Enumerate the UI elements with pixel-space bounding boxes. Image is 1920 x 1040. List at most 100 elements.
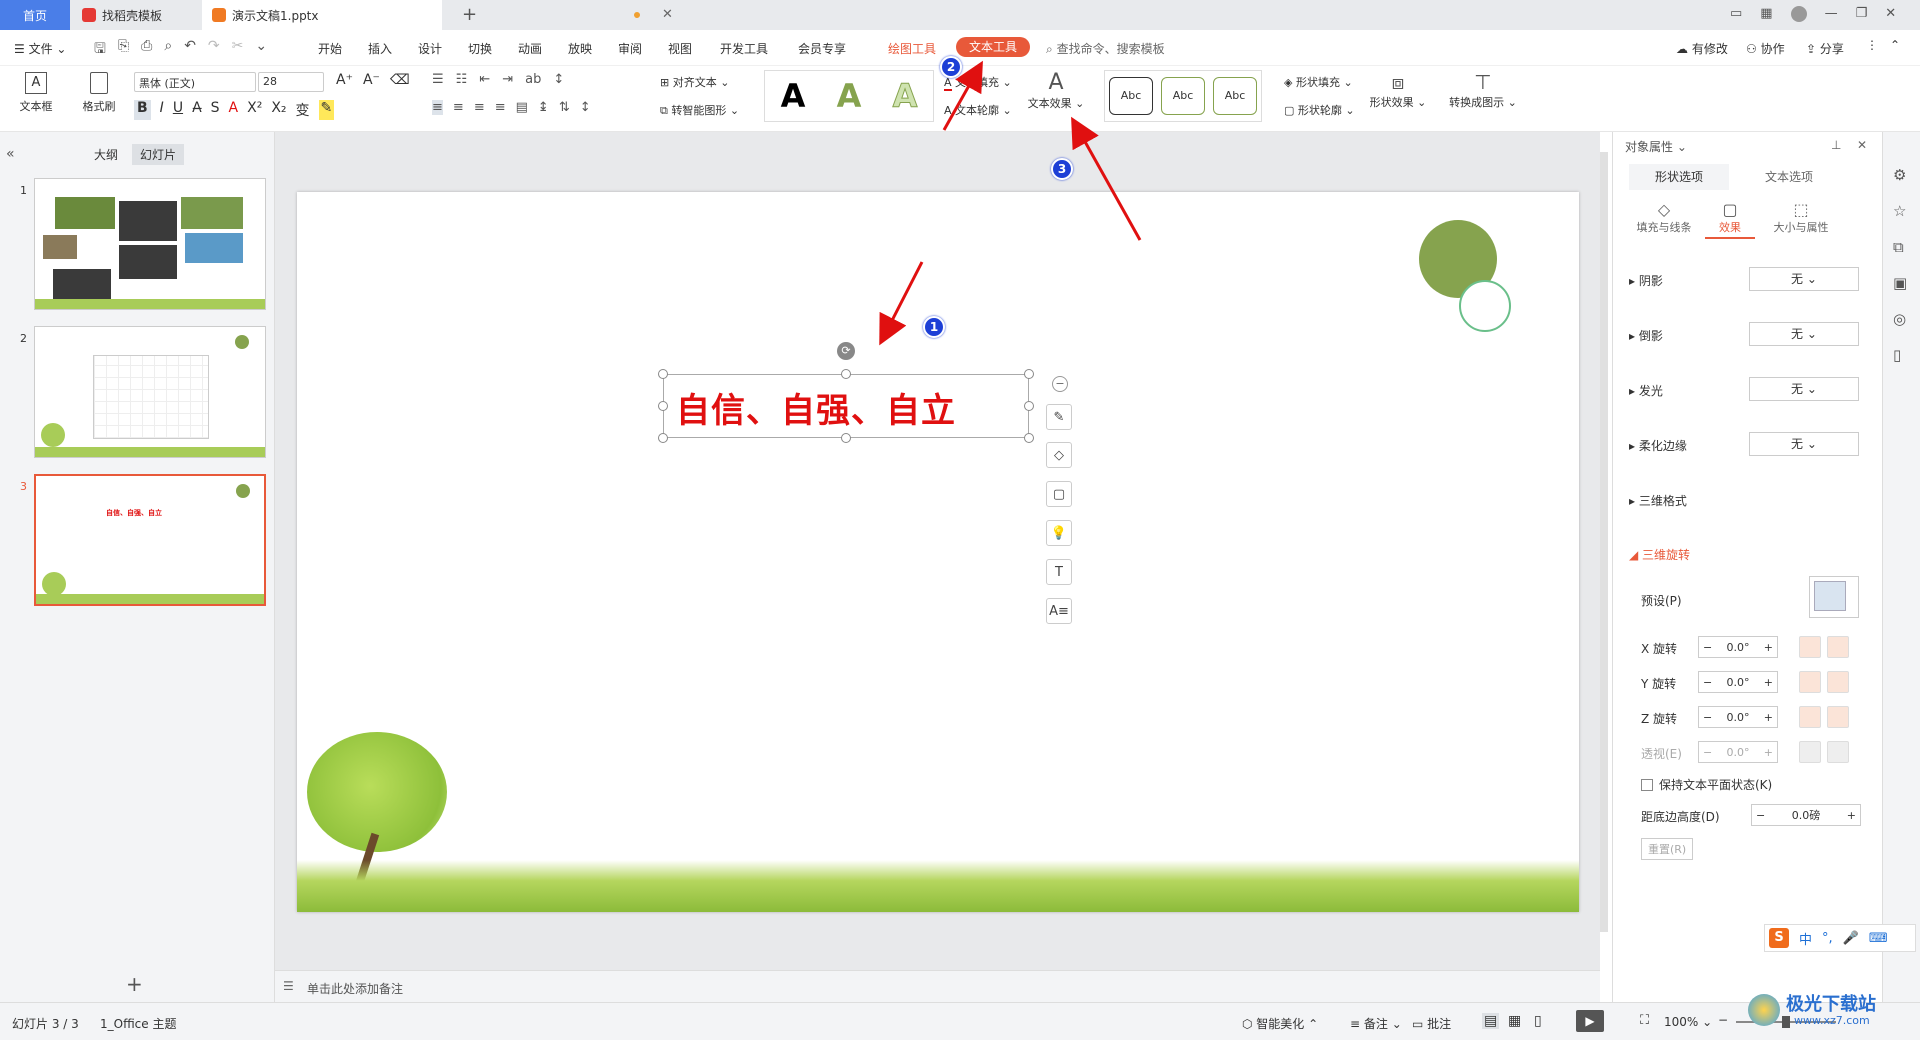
sorter-view-icon[interactable]: ▦: [1508, 1013, 1521, 1029]
reading-view-icon[interactable]: ▯: [1534, 1013, 1542, 1029]
highlight-icon[interactable]: ✎: [318, 100, 335, 120]
shape-style-gallery[interactable]: Abc Abc Abc: [1104, 70, 1262, 122]
reflection-select[interactable]: 无 ⌄: [1749, 322, 1859, 346]
align-text-button[interactable]: ⊞ 对齐文本 ⌄: [660, 74, 729, 90]
collab-button[interactable]: ⚇ 协作: [1746, 40, 1785, 57]
title-textbox[interactable]: 自信、自强、自立: [663, 374, 1029, 438]
resize-handle[interactable]: [1024, 369, 1034, 379]
collapse-ribbon-icon[interactable]: ⌃: [1890, 38, 1900, 52]
text-direction-icon[interactable]: ab: [525, 72, 541, 87]
close-tab-icon[interactable]: ✕: [662, 7, 673, 22]
normal-view-icon[interactable]: ▤: [1482, 1013, 1500, 1029]
indent-inc-icon[interactable]: ⇥: [502, 72, 513, 87]
beautify-button[interactable]: ⬡ 智能美化 ⌃: [1242, 1015, 1318, 1032]
frame-icon[interactable]: ▢: [1046, 481, 1072, 507]
align-left-icon[interactable]: ≡: [432, 100, 443, 115]
increase-font-icon[interactable]: A⁺: [336, 72, 353, 88]
spacing-icon[interactable]: ↕: [580, 100, 591, 115]
soft-edges-select[interactable]: 无 ⌄: [1749, 432, 1859, 456]
rotate-ccw-icon[interactable]: [1799, 706, 1821, 728]
perspective-widen-icon[interactable]: [1827, 741, 1849, 763]
bold-icon[interactable]: B: [134, 100, 151, 120]
resize-handle[interactable]: [841, 369, 851, 379]
search-command[interactable]: ⌕ 查找命令、搜索模板: [1046, 40, 1165, 57]
pin-icon[interactable]: ⊥: [1831, 138, 1841, 152]
menu-developer[interactable]: 开发工具: [720, 40, 768, 57]
tab-shape-options[interactable]: 形状选项: [1629, 164, 1729, 190]
menu-drawing-tools[interactable]: 绘图工具: [888, 40, 936, 57]
export-pdf-icon[interactable]: ⎘: [118, 38, 129, 62]
vertical-scrollbar[interactable]: [1600, 152, 1608, 932]
slide-canvas[interactable]: 自信、自强、自立 ⟳ −: [297, 192, 1579, 912]
rotate-cw-icon[interactable]: [1827, 706, 1849, 728]
panel-title[interactable]: 对象属性 ⌄: [1625, 138, 1687, 155]
slide-title[interactable]: 自信、自强、自立: [676, 383, 956, 432]
shape-style-2[interactable]: Abc: [1161, 77, 1205, 115]
resize-handle[interactable]: [841, 433, 851, 443]
shadow-text-icon[interactable]: S: [211, 100, 220, 120]
menu-design[interactable]: 设计: [418, 40, 442, 57]
slide-thumbnail-1[interactable]: [34, 178, 266, 310]
menu-insert[interactable]: 插入: [368, 40, 392, 57]
chevron-down-icon[interactable]: ⌄: [255, 38, 267, 62]
y-rotation-stepper[interactable]: −0.0° +: [1698, 671, 1778, 693]
lightbulb-icon[interactable]: 💡: [1046, 520, 1072, 546]
menu-start[interactable]: 开始: [318, 40, 342, 57]
rotate-down-icon[interactable]: [1827, 671, 1849, 693]
tab-outline[interactable]: 大纲: [94, 146, 118, 163]
perspective-stepper[interactable]: −0.0° +: [1698, 741, 1778, 763]
section-3d-rotation[interactable]: ◢ 三维旋转: [1629, 546, 1690, 563]
share-button[interactable]: ⇪ 分享: [1806, 40, 1844, 57]
text-format-icon[interactable]: T: [1046, 559, 1072, 585]
format-painter-button[interactable]: 格式刷: [74, 72, 124, 114]
menu-slideshow[interactable]: 放映: [568, 40, 592, 57]
section-reflection[interactable]: ▸ 倒影: [1629, 327, 1663, 344]
convert-diagram-button[interactable]: ⊤ 转换成图示 ⌄: [1446, 70, 1520, 110]
tab-document[interactable]: 演示文稿1.pptx ✕: [202, 0, 673, 30]
undo-icon[interactable]: ↶: [184, 38, 196, 62]
rotate-left-icon[interactable]: [1799, 636, 1821, 658]
decrease-font-icon[interactable]: A⁻: [363, 72, 380, 88]
brush-icon[interactable]: ✂: [232, 38, 244, 62]
menu-review[interactable]: 审阅: [618, 40, 642, 57]
align-center-icon[interactable]: ≡: [453, 100, 464, 115]
subscript-icon[interactable]: X₂: [271, 100, 286, 120]
shape-style-1[interactable]: Abc: [1109, 77, 1153, 115]
menu-transition[interactable]: 切换: [468, 40, 492, 57]
resize-handle[interactable]: [1024, 433, 1034, 443]
distribute-icon[interactable]: ▤: [516, 100, 528, 115]
avatar[interactable]: [1790, 6, 1807, 22]
z-rotation-stepper[interactable]: −0.0° +: [1698, 706, 1778, 728]
tab-home[interactable]: 首页: [0, 0, 70, 30]
resize-handle[interactable]: [658, 401, 668, 411]
subtab-effects[interactable]: ▢ 效果: [1705, 200, 1755, 239]
style-outline-icon[interactable]: A: [892, 77, 918, 116]
distance-stepper[interactable]: −0.0磅 +: [1751, 804, 1861, 826]
italic-icon[interactable]: I: [160, 100, 164, 120]
modified-status[interactable]: ☁ 有修改: [1676, 40, 1728, 57]
font-color-icon[interactable]: A: [229, 100, 239, 120]
image-icon[interactable]: ▣: [1893, 274, 1907, 292]
copy-icon[interactable]: ⧉: [1893, 238, 1904, 256]
sort-icon[interactable]: ↕: [553, 72, 564, 87]
file-menu[interactable]: ☰ 文件 ⌄: [14, 40, 66, 57]
shape-style-3[interactable]: Abc: [1213, 77, 1257, 115]
notes-toggle[interactable]: ≡ 备注 ⌄: [1350, 1015, 1402, 1032]
indent-dec-icon[interactable]: ⇤: [479, 72, 490, 87]
perspective-narrow-icon[interactable]: [1799, 741, 1821, 763]
play-button[interactable]: ▶: [1576, 1010, 1604, 1032]
section-3d-format[interactable]: ▸ 三维格式: [1629, 492, 1687, 509]
fit-icon[interactable]: ⛶: [1640, 1013, 1649, 1028]
text-outline-button[interactable]: A 文本轮廓 ⌄: [944, 102, 1012, 118]
line-spacing-icon[interactable]: ↨: [538, 100, 549, 115]
ime-toolbar[interactable]: S 中 °, 🎤 ⌨: [1764, 924, 1916, 952]
smart-shape-button[interactable]: ⧉ 转智能图形 ⌄: [660, 102, 739, 118]
section-glow[interactable]: ▸ 发光: [1629, 382, 1663, 399]
text-effects-button[interactable]: A 文本效果 ⌄: [1024, 70, 1088, 111]
tab-template[interactable]: 找稻壳模板: [72, 0, 200, 30]
style-green-icon[interactable]: A: [837, 77, 862, 115]
clear-format-icon[interactable]: ⌫: [390, 72, 410, 88]
shape-outline-button[interactable]: ▢ 形状轮廓 ⌄: [1284, 102, 1355, 118]
slide-thumbnail-3[interactable]: 自信、自强、自立: [34, 474, 266, 606]
textbox-button[interactable]: A 文本框: [10, 72, 62, 114]
